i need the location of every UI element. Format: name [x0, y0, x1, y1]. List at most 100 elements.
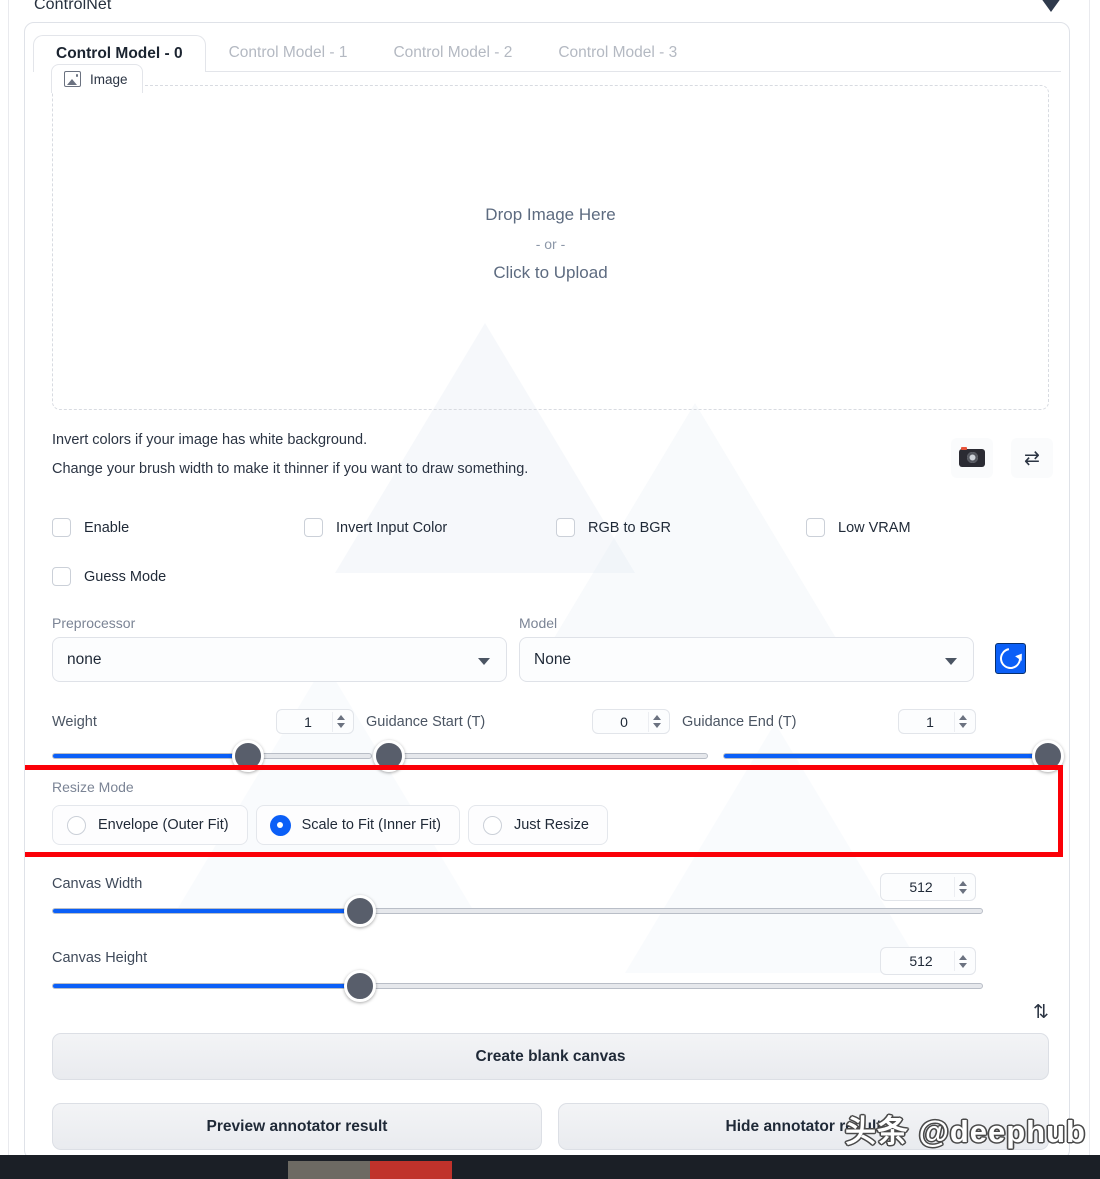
image-icon [64, 71, 81, 87]
swap-width-height-button[interactable]: ⇅ [1027, 998, 1055, 1026]
resize-mode-label: Resize Mode [52, 779, 134, 795]
radio-circle-icon [270, 815, 290, 835]
radio-label: Scale to Fit (Inner Fit) [301, 817, 441, 833]
canvas-width-stepper[interactable] [954, 877, 971, 897]
checkbox-label: Enable [84, 519, 130, 536]
taskbar-thumbnail-b [370, 1161, 452, 1179]
options-checkbox-row-1: Enable Invert Input Color RGB to BGR Low… [52, 518, 1012, 537]
canvas-height-label: Canvas Height [52, 950, 148, 966]
guidance-start-slider-knob[interactable] [373, 740, 405, 772]
weight-slider[interactable] [52, 740, 372, 772]
controlnet-panel: Control Model - 0 Control Model - 1 Cont… [24, 22, 1070, 1160]
weight-slider-knob[interactable] [231, 740, 264, 772]
hide-annotator-result-button[interactable]: Hide annotator result [558, 1103, 1049, 1150]
checkbox-guess-mode[interactable]: Guess Mode [52, 567, 166, 586]
options-checkbox-row-2: Guess Mode [52, 567, 166, 586]
radio-label: Just Resize [513, 817, 589, 833]
canvas-width-label: Canvas Width [52, 876, 143, 892]
window-right-edge [1089, 0, 1100, 1155]
weight-number-input[interactable]: 1 [276, 709, 354, 734]
webcam-button[interactable] [951, 438, 993, 478]
canvas-height-stepper[interactable] [954, 951, 971, 971]
image-tab-label: Image [90, 71, 128, 87]
model-select[interactable]: None [519, 637, 974, 682]
checkbox-box-icon [304, 518, 323, 537]
click-to-upload-text[interactable]: Click to Upload [53, 264, 1048, 281]
checkbox-rgb-to-bgr[interactable]: RGB to BGR [556, 518, 806, 537]
canvas-width-slider-fill [53, 909, 360, 913]
canvas-height-slider-knob[interactable] [343, 970, 376, 1002]
preview-annotator-result-button[interactable]: Preview annotator result [52, 1103, 542, 1150]
guidance-start-stepper[interactable] [648, 711, 665, 732]
hint-text-block: Invert colors if your image has white ba… [52, 426, 528, 483]
model-value: None [534, 650, 572, 668]
hint-line-2: Change your brush width to make it thinn… [52, 460, 529, 477]
tab-control-model-1[interactable]: Control Model - 1 [206, 34, 371, 71]
radio-circle-icon [67, 815, 86, 835]
weight-label: Weight [52, 713, 97, 730]
guidance-end-slider-knob[interactable] [1032, 740, 1064, 772]
canvas-height-slider[interactable] [52, 970, 983, 1002]
drop-image-here-text: Drop Image Here [485, 205, 616, 224]
drop-or-text: - or - [535, 236, 566, 252]
chevron-down-icon [478, 657, 490, 665]
dropzone-instructions: Drop Image Here - or - Click to Upload [53, 206, 1048, 281]
canvas-width-slider[interactable] [52, 895, 983, 927]
checkbox-label: Low VRAM [838, 519, 911, 536]
checkbox-box-icon [52, 567, 71, 586]
refresh-models-button[interactable] [995, 643, 1026, 674]
image-dropzone[interactable]: Image Drop Image Here - or - Click to Up… [51, 64, 1049, 410]
guidance-start-label: Guidance Start (T) [366, 713, 486, 730]
guidance-start-number-input[interactable]: 0 [592, 709, 670, 734]
checkbox-label: Guess Mode [84, 568, 167, 585]
preprocessor-field: Preprocessor none [52, 615, 507, 682]
tab-control-model-3[interactable]: Control Model - 3 [535, 34, 700, 71]
guidance-end-slider[interactable] [723, 740, 1064, 772]
canvas-height-number-input[interactable]: 512 [880, 947, 976, 975]
weight-slider-fill [53, 754, 248, 758]
create-blank-canvas-button[interactable]: Create blank canvas [52, 1033, 1049, 1080]
page-title: ControlNet [34, 0, 112, 13]
refresh-icon [995, 643, 1026, 674]
resize-mode-radio-group: Envelope (Outer Fit) Scale to Fit (Inner… [52, 805, 608, 845]
resize-mode-section: Resize Mode Envelope (Outer Fit) Scale t… [52, 779, 608, 845]
camera-icon [959, 447, 985, 467]
taskbar-thumbnail-a [288, 1161, 370, 1179]
guidance-start-slider[interactable] [373, 740, 708, 772]
checkbox-label: RGB to BGR [588, 519, 671, 536]
checkbox-low-vram[interactable]: Low VRAM [806, 518, 911, 537]
radio-scale-to-fit-inner-fit[interactable]: Scale to Fit (Inner Fit) [255, 805, 460, 845]
taskbar-strip [0, 1155, 1100, 1179]
swap-vertical-icon: ⇅ [1033, 1001, 1049, 1023]
checkbox-box-icon [556, 518, 575, 537]
model-field: Model None [519, 615, 974, 682]
model-label: Model [519, 615, 558, 631]
image-tab-chip[interactable]: Image [51, 64, 143, 93]
guidance-end-label: Guidance End (T) [682, 713, 797, 730]
checkbox-invert-input-color[interactable]: Invert Input Color [304, 518, 556, 537]
canvas-height-slider-fill [53, 984, 360, 988]
tab-control-model-2[interactable]: Control Model - 2 [370, 34, 535, 71]
chevron-down-icon [945, 657, 957, 665]
canvas-width-number-input[interactable]: 512 [880, 873, 976, 901]
guidance-end-slider-fill [724, 754, 1048, 758]
weight-stepper[interactable] [332, 711, 349, 732]
preprocessor-select[interactable]: none [52, 637, 507, 682]
background-triangle-decoration [625, 723, 925, 973]
guidance-end-number-input[interactable]: 1 [898, 709, 976, 734]
weight-guidance-row: Weight 1 Guidance Start (T) 0 Guidance E… [52, 709, 1049, 734]
canvas-width-slider-knob[interactable] [343, 895, 376, 927]
radio-envelope-outer-fit[interactable]: Envelope (Outer Fit) [52, 805, 248, 845]
radio-just-resize[interactable]: Just Resize [467, 805, 608, 845]
guidance-end-stepper[interactable] [954, 711, 971, 732]
checkbox-label: Invert Input Color [336, 519, 448, 536]
hint-line-1: Invert colors if your image has white ba… [52, 432, 368, 448]
checkbox-box-icon [806, 518, 825, 537]
mirror-button[interactable]: ⇄ [1011, 438, 1053, 478]
image-tool-buttons: ⇄ [951, 438, 1053, 478]
control-model-tabbar: Control Model - 0 Control Model - 1 Cont… [33, 31, 1061, 72]
radio-label: Envelope (Outer Fit) [98, 817, 229, 833]
triangle-down-icon[interactable] [1038, 0, 1064, 12]
checkbox-enable[interactable]: Enable [52, 518, 304, 537]
model-selection-row: Preprocessor none Model None [52, 615, 1049, 682]
